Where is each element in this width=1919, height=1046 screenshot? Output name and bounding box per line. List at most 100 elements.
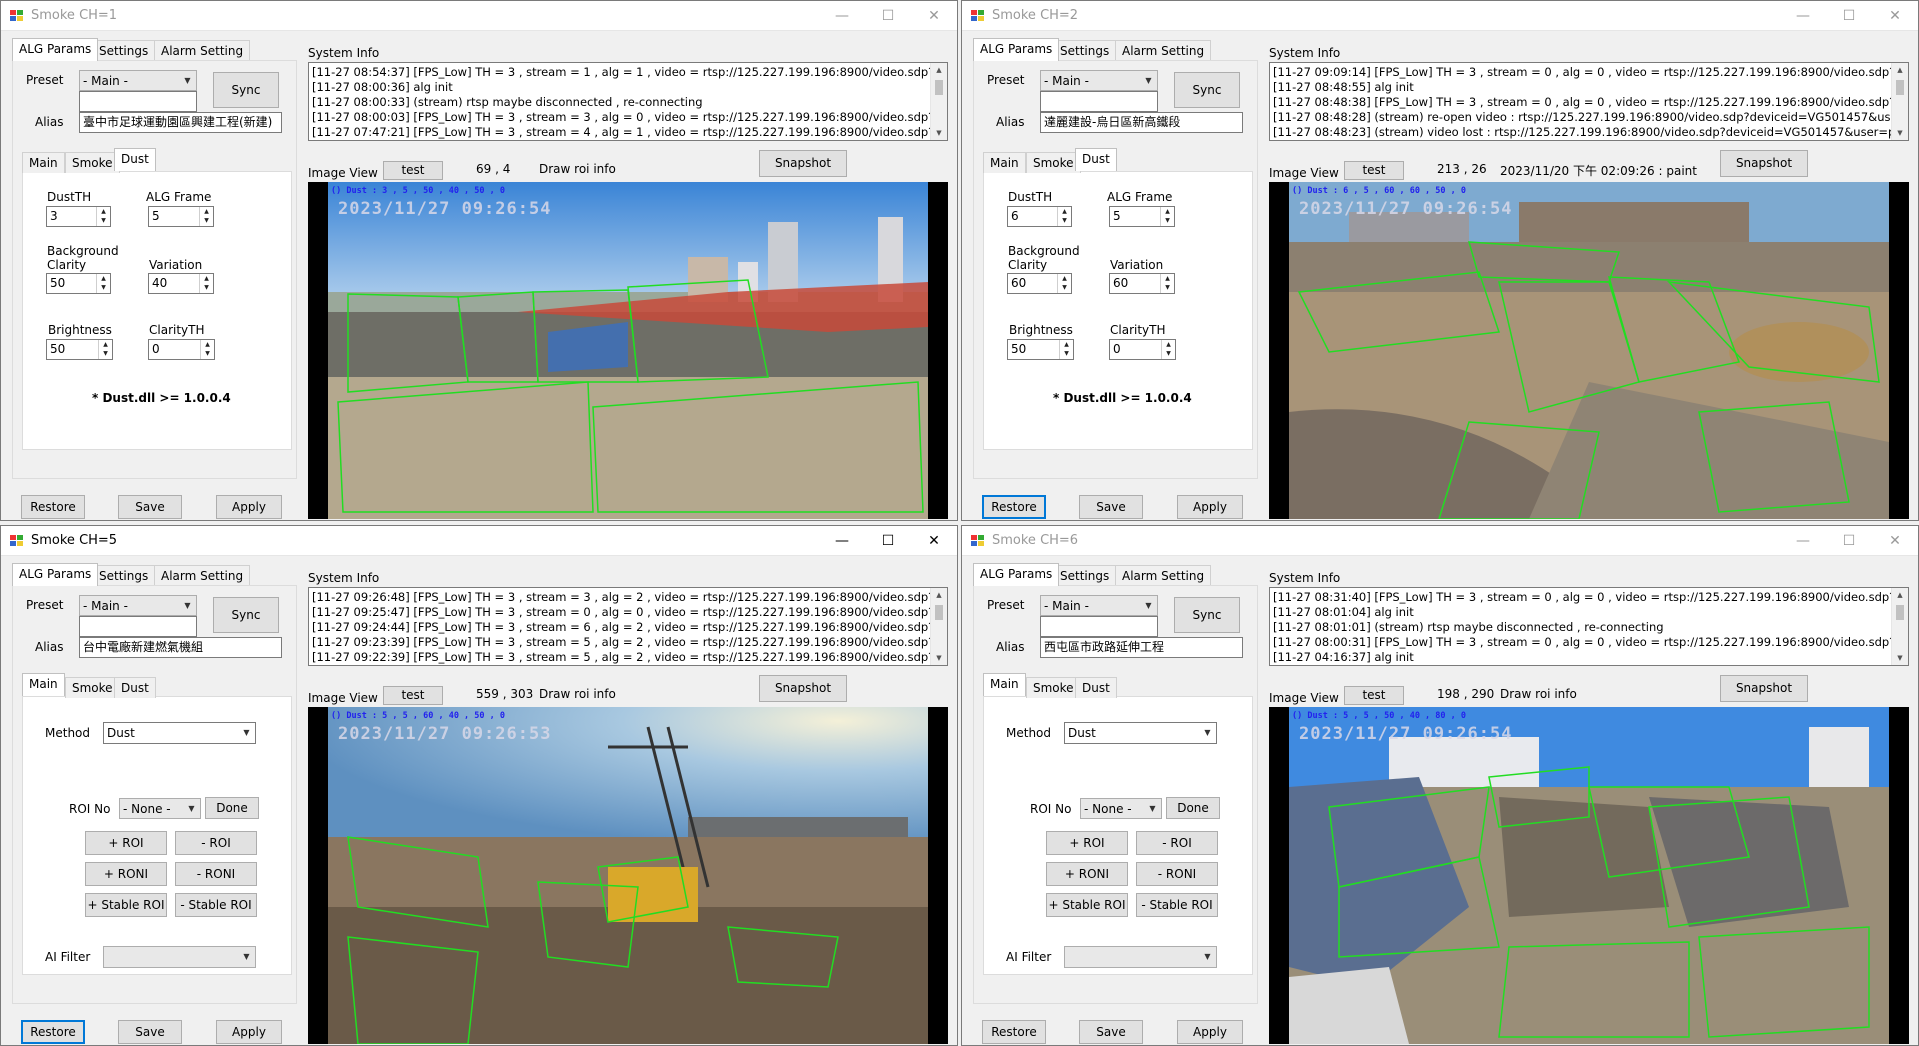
log-scrollbar[interactable]: ▲ ▼ — [1891, 63, 1908, 140]
remove-stable-roi-button[interactable]: - Stable ROI — [175, 893, 257, 917]
scroll-down-icon[interactable]: ▼ — [1892, 651, 1908, 665]
tab-alarm-setting[interactable]: Alarm Setting — [154, 565, 251, 586]
camera-frame[interactable] — [1269, 707, 1909, 1044]
maximize-button[interactable]: ☐ — [1826, 1, 1872, 31]
subtab-main[interactable]: Main — [22, 152, 65, 173]
remove-roi-button[interactable]: - ROI — [1136, 831, 1218, 855]
background-clarity-spinner[interactable]: 60 ▲ ▼ — [1007, 273, 1072, 294]
close-button[interactable]: ✕ — [1872, 1, 1918, 31]
method-select[interactable]: Dust ▼ — [1064, 722, 1217, 744]
snapshot-button[interactable]: Snapshot — [1720, 150, 1808, 177]
remove-stable-roi-button[interactable]: - Stable ROI — [1136, 893, 1218, 917]
brightness-spinner[interactable]: 50 ▲ ▼ — [46, 339, 113, 360]
save-button[interactable]: Save — [1079, 495, 1143, 519]
scroll-down-icon[interactable]: ▼ — [931, 651, 947, 665]
title-bar[interactable]: Smoke CH=5 — ☐ ✕ — [1, 526, 957, 556]
add-stable-roi-button[interactable]: + Stable ROI — [1046, 893, 1128, 917]
system-info-log[interactable]: [11-27 08:54:37] [FPS_Low] TH = 3 , stre… — [308, 62, 948, 141]
subtab-smoke[interactable]: Smoke — [1026, 152, 1081, 173]
camera-image-view[interactable]: () Dust : 5 , 5 , 50 , 40 , 80 , 0 2023/… — [1269, 707, 1909, 1044]
scroll-up-icon[interactable]: ▲ — [1892, 588, 1908, 602]
remove-roni-button[interactable]: - RONI — [1136, 862, 1218, 886]
snapshot-button[interactable]: Snapshot — [1720, 675, 1808, 702]
sync-button[interactable]: Sync — [213, 597, 279, 633]
roi-no-select[interactable]: - None - ▼ — [1080, 798, 1162, 819]
restore-button[interactable]: Restore — [21, 495, 85, 519]
close-button[interactable]: ✕ — [911, 1, 957, 31]
algframe-spinner[interactable]: 5 ▲ ▼ — [1109, 206, 1175, 227]
system-info-log[interactable]: [11-27 08:31:40] [FPS_Low] TH = 3 , stre… — [1269, 587, 1909, 666]
spinner-arrows-icon[interactable]: ▲ ▼ — [1160, 207, 1174, 226]
scroll-up-icon[interactable]: ▲ — [931, 588, 947, 602]
spinner-arrows-icon[interactable]: ▲ ▼ — [1160, 274, 1174, 293]
apply-button[interactable]: Apply — [1177, 495, 1243, 519]
sync-button[interactable]: Sync — [1174, 72, 1240, 108]
preset-select[interactable]: - Main - ▼ — [79, 70, 197, 91]
title-bar[interactable]: Smoke CH=6 — ☐ ✕ — [962, 526, 1918, 556]
subtab-main[interactable]: Main — [22, 673, 65, 696]
add-roi-button[interactable]: + ROI — [85, 831, 167, 855]
variation-spinner[interactable]: 60 ▲ ▼ — [1109, 273, 1175, 294]
alias-input[interactable]: 臺中市足球運動園區興建工程(新建) — [79, 112, 282, 133]
clarityth-spinner[interactable]: 0 ▲ ▼ — [148, 339, 215, 360]
spinner-arrows-icon[interactable]: ▲ ▼ — [1057, 207, 1071, 226]
tab-alg-params[interactable]: ALG Params — [973, 38, 1060, 61]
subtab-main[interactable]: Main — [983, 673, 1026, 696]
tab-alg-params[interactable]: ALG Params — [12, 563, 99, 586]
sync-button[interactable]: Sync — [1174, 597, 1240, 633]
system-info-log[interactable]: [11-27 09:26:48] [FPS_Low] TH = 3 , stre… — [308, 587, 948, 666]
minimize-button[interactable]: — — [1780, 526, 1826, 556]
ai-filter-select[interactable]: ▼ — [103, 946, 256, 968]
camera-frame[interactable] — [1269, 182, 1909, 519]
subtab-smoke[interactable]: Smoke — [65, 677, 120, 698]
tab-alarm-setting[interactable]: Alarm Setting — [154, 40, 251, 61]
spinner-arrows-icon[interactable]: ▲ ▼ — [199, 274, 213, 293]
variation-spinner[interactable]: 40 ▲ ▼ — [148, 273, 214, 294]
dustth-spinner[interactable]: 3 ▲ ▼ — [46, 206, 111, 227]
subtab-dust[interactable]: Dust — [114, 148, 156, 171]
ai-filter-select[interactable]: ▼ — [1064, 946, 1217, 968]
sync-button[interactable]: Sync — [213, 72, 279, 108]
background-clarity-spinner[interactable]: 50 ▲ ▼ — [46, 273, 111, 294]
dustth-spinner[interactable]: 6 ▲ ▼ — [1007, 206, 1072, 227]
maximize-button[interactable]: ☐ — [865, 526, 911, 556]
tab-settings[interactable]: Settings — [92, 40, 156, 61]
scroll-down-icon[interactable]: ▼ — [931, 126, 947, 140]
scroll-thumb[interactable] — [1896, 80, 1904, 95]
test-button[interactable]: test — [1344, 686, 1404, 705]
done-button[interactable]: Done — [1166, 797, 1220, 819]
snapshot-button[interactable]: Snapshot — [759, 675, 847, 702]
maximize-button[interactable]: ☐ — [865, 1, 911, 31]
scroll-thumb[interactable] — [1896, 605, 1904, 620]
add-roni-button[interactable]: + RONI — [1046, 862, 1128, 886]
preset-select[interactable]: - Main - ▼ — [1040, 70, 1158, 91]
brightness-spinner[interactable]: 50 ▲ ▼ — [1007, 339, 1074, 360]
spinner-arrows-icon[interactable]: ▲ ▼ — [1057, 274, 1071, 293]
save-button[interactable]: Save — [118, 495, 182, 519]
test-button[interactable]: test — [383, 686, 443, 705]
alias-input[interactable]: 台中電廠新建燃氣機組 — [79, 637, 282, 658]
preset-name-input[interactable] — [79, 616, 197, 637]
save-button[interactable]: Save — [1079, 1020, 1143, 1044]
tab-alg-params[interactable]: ALG Params — [973, 563, 1060, 586]
spinner-arrows-icon[interactable]: ▲ ▼ — [1161, 340, 1175, 359]
camera-frame[interactable] — [308, 182, 948, 519]
tab-alg-params[interactable]: ALG Params — [12, 38, 99, 61]
title-bar[interactable]: Smoke CH=2 — ☐ ✕ — [962, 1, 1918, 31]
apply-button[interactable]: Apply — [216, 1020, 282, 1044]
tab-settings[interactable]: Settings — [1053, 565, 1117, 586]
spinner-arrows-icon[interactable]: ▲ ▼ — [98, 340, 112, 359]
apply-button[interactable]: Apply — [1177, 1020, 1243, 1044]
spinner-arrows-icon[interactable]: ▲ ▼ — [200, 340, 214, 359]
algframe-spinner[interactable]: 5 ▲ ▼ — [148, 206, 214, 227]
log-scrollbar[interactable]: ▲ ▼ — [930, 588, 947, 665]
spinner-arrows-icon[interactable]: ▲ ▼ — [199, 207, 213, 226]
subtab-main[interactable]: Main — [983, 152, 1026, 173]
title-bar[interactable]: Smoke CH=1 — ☐ ✕ — [1, 1, 957, 31]
maximize-button[interactable]: ☐ — [1826, 526, 1872, 556]
restore-button[interactable]: Restore — [982, 495, 1046, 519]
scroll-down-icon[interactable]: ▼ — [1892, 126, 1908, 140]
done-button[interactable]: Done — [205, 797, 259, 819]
add-roni-button[interactable]: + RONI — [85, 862, 167, 886]
tab-settings[interactable]: Settings — [92, 565, 156, 586]
